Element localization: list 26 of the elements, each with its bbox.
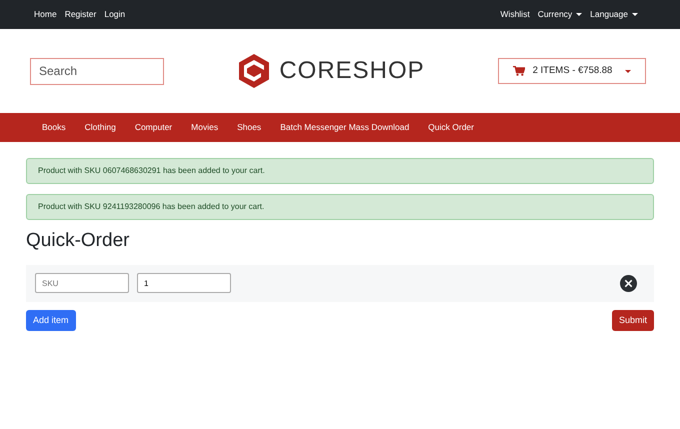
cart-dropdown[interactable]: 2 ITEMS - €758.88 xyxy=(498,58,646,84)
search-field[interactable]: Search xyxy=(30,58,164,84)
sku-field[interactable]: SKU xyxy=(35,273,129,294)
dropdown-toggle[interactable]: Currency xyxy=(538,8,582,21)
hexagon-logo-icon xyxy=(237,53,272,89)
nav-link[interactable]: Register xyxy=(64,8,96,21)
category-link[interactable]: Movies xyxy=(191,121,218,134)
success-alert: Product with SKU 0607468630291 has been added to your cart. xyxy=(26,158,654,184)
submit-button[interactable]: Submit xyxy=(612,310,654,331)
category-link[interactable]: Quick Order xyxy=(428,121,474,134)
remove-icon[interactable] xyxy=(620,274,637,292)
category-link[interactable]: Batch Messenger Mass Download xyxy=(280,121,410,134)
nav-link[interactable]: Wishlist xyxy=(500,8,530,21)
category-link[interactable]: Computer xyxy=(134,121,172,134)
nav-link[interactable]: Login xyxy=(104,8,126,21)
category-link[interactable]: Books xyxy=(42,121,66,134)
logo-text: CORESHOP xyxy=(279,56,425,86)
category-link[interactable]: Clothing xyxy=(84,121,116,134)
cart-icon xyxy=(512,66,525,76)
dropdown-toggle[interactable]: Language xyxy=(590,8,638,21)
success-alert: Product with SKU 9241193280096 has been added to your cart. xyxy=(26,194,654,220)
quantity-field[interactable]: 1 xyxy=(137,273,231,294)
nav-link[interactable]: Home xyxy=(34,8,57,21)
add-item-button[interactable]: Add item xyxy=(26,310,76,331)
page-heading: Quick-Order xyxy=(26,230,130,253)
category-link[interactable]: Shoes xyxy=(237,121,262,134)
